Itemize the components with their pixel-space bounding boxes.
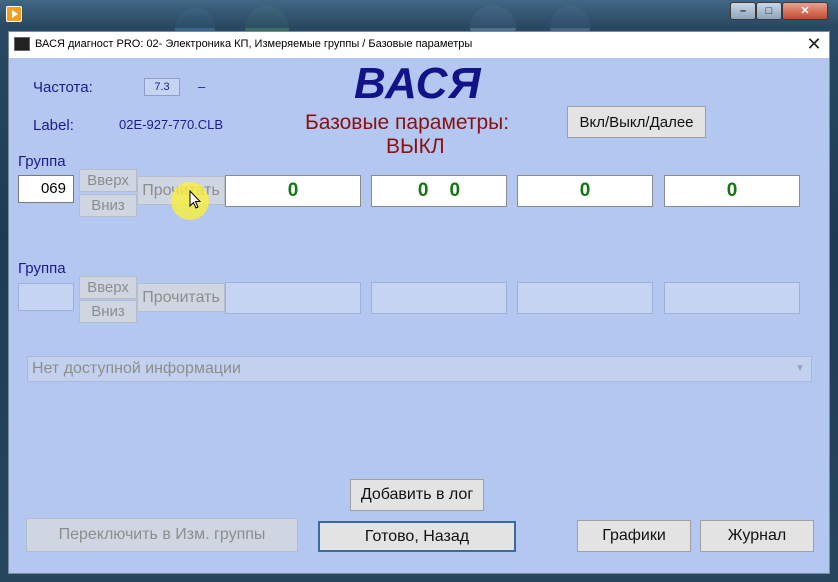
group1-up-button[interactable]: Вверх [79,169,137,192]
group1-down-button[interactable]: Вниз [79,194,137,217]
group1-value-1: 0 [225,175,361,207]
frequency-value: 7.3 [144,78,180,96]
frequency-label: Частота: [33,79,93,96]
minimize-button[interactable]: – [730,2,756,20]
minimize-icon: – [739,5,747,17]
maximize-button[interactable]: □ [756,2,782,20]
group2-value-1 [225,282,361,314]
maximize-icon: □ [765,5,773,17]
label-file-value: 02E-927-770.CLB [119,117,224,132]
done-back-button[interactable]: Готово, Назад [318,521,516,552]
group1-value-3: 0 [517,175,653,207]
group2-value-4 [664,282,800,314]
switch-to-measuring-groups-button[interactable]: Переключить в Изм. группы [26,518,298,552]
group1-value-2: 0 0 [371,175,507,207]
brand-logo-text: ВАСЯ [354,59,482,108]
dialog-titlebar: ВАСЯ диагност PRO: 02- Электроника КП, И… [9,32,829,58]
group2-down-button[interactable]: Вниз [79,300,137,323]
group2-value-2 [371,282,507,314]
info-dropdown-text: Нет доступной информации [32,360,241,377]
mouse-cursor-icon [189,190,201,209]
basic-settings-state: ВЫКЛ [386,135,445,158]
group2-value-3 [517,282,653,314]
info-dropdown[interactable]: Нет доступной информации ▼ [27,356,812,382]
on-off-next-button[interactable]: Вкл/Выкл/Далее [567,106,706,138]
outer-window-frame: – □ ✕ [0,0,838,28]
group2-up-button[interactable]: Вверх [79,276,137,299]
group1-label: Группа [18,153,66,170]
graphs-button[interactable]: Графики [577,520,691,552]
add-to-log-button[interactable]: Добавить в лог [350,479,484,511]
group2-number-input[interactable] [18,283,74,311]
group1-value-4: 0 [664,175,800,207]
outer-close-button[interactable]: ✕ [782,2,828,20]
basic-settings-title: Базовые параметры: [305,111,510,134]
basic-settings-dialog: ВАСЯ диагност PRO: 02- Электроника КП, И… [8,31,830,574]
chevron-down-icon: ▼ [795,363,805,374]
dialog-close-button[interactable]: ✕ [803,34,825,56]
journal-button[interactable]: Журнал [700,520,814,552]
vasya-app-icon [14,37,30,51]
close-icon: ✕ [800,5,810,17]
label-caption: Label: [33,117,74,134]
frequency-dash: – [198,79,206,94]
player-app-icon [6,6,22,22]
group2-read-button[interactable]: Прочитать [137,283,225,312]
dialog-title: ВАСЯ диагност PRO: 02- Электроника КП, И… [35,38,473,50]
group1-number-input[interactable]: 069 [18,175,74,203]
group2-label: Группа [18,260,66,277]
